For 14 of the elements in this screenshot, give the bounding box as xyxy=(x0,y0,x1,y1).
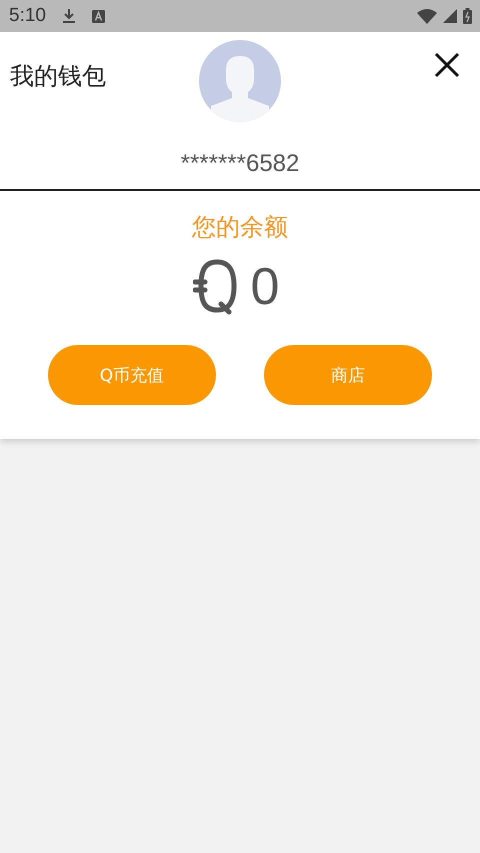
wifi-icon xyxy=(417,8,437,24)
page-title: 我的钱包 xyxy=(10,62,106,90)
battery-icon xyxy=(463,8,472,24)
app-notification-icon xyxy=(92,10,105,22)
signal-icon xyxy=(443,9,457,23)
close-button[interactable] xyxy=(434,52,460,78)
balance-amount: 0 xyxy=(250,257,280,317)
balance-label: 您的余额 xyxy=(192,212,288,243)
account-number: *******6582 xyxy=(180,150,300,178)
avatar-icon xyxy=(199,40,281,122)
download-icon xyxy=(62,8,76,24)
status-time: 5:10 xyxy=(9,5,46,27)
action-button[interactable]: 商店 xyxy=(264,345,432,405)
action-button[interactable]: Q币充值 xyxy=(48,345,216,405)
